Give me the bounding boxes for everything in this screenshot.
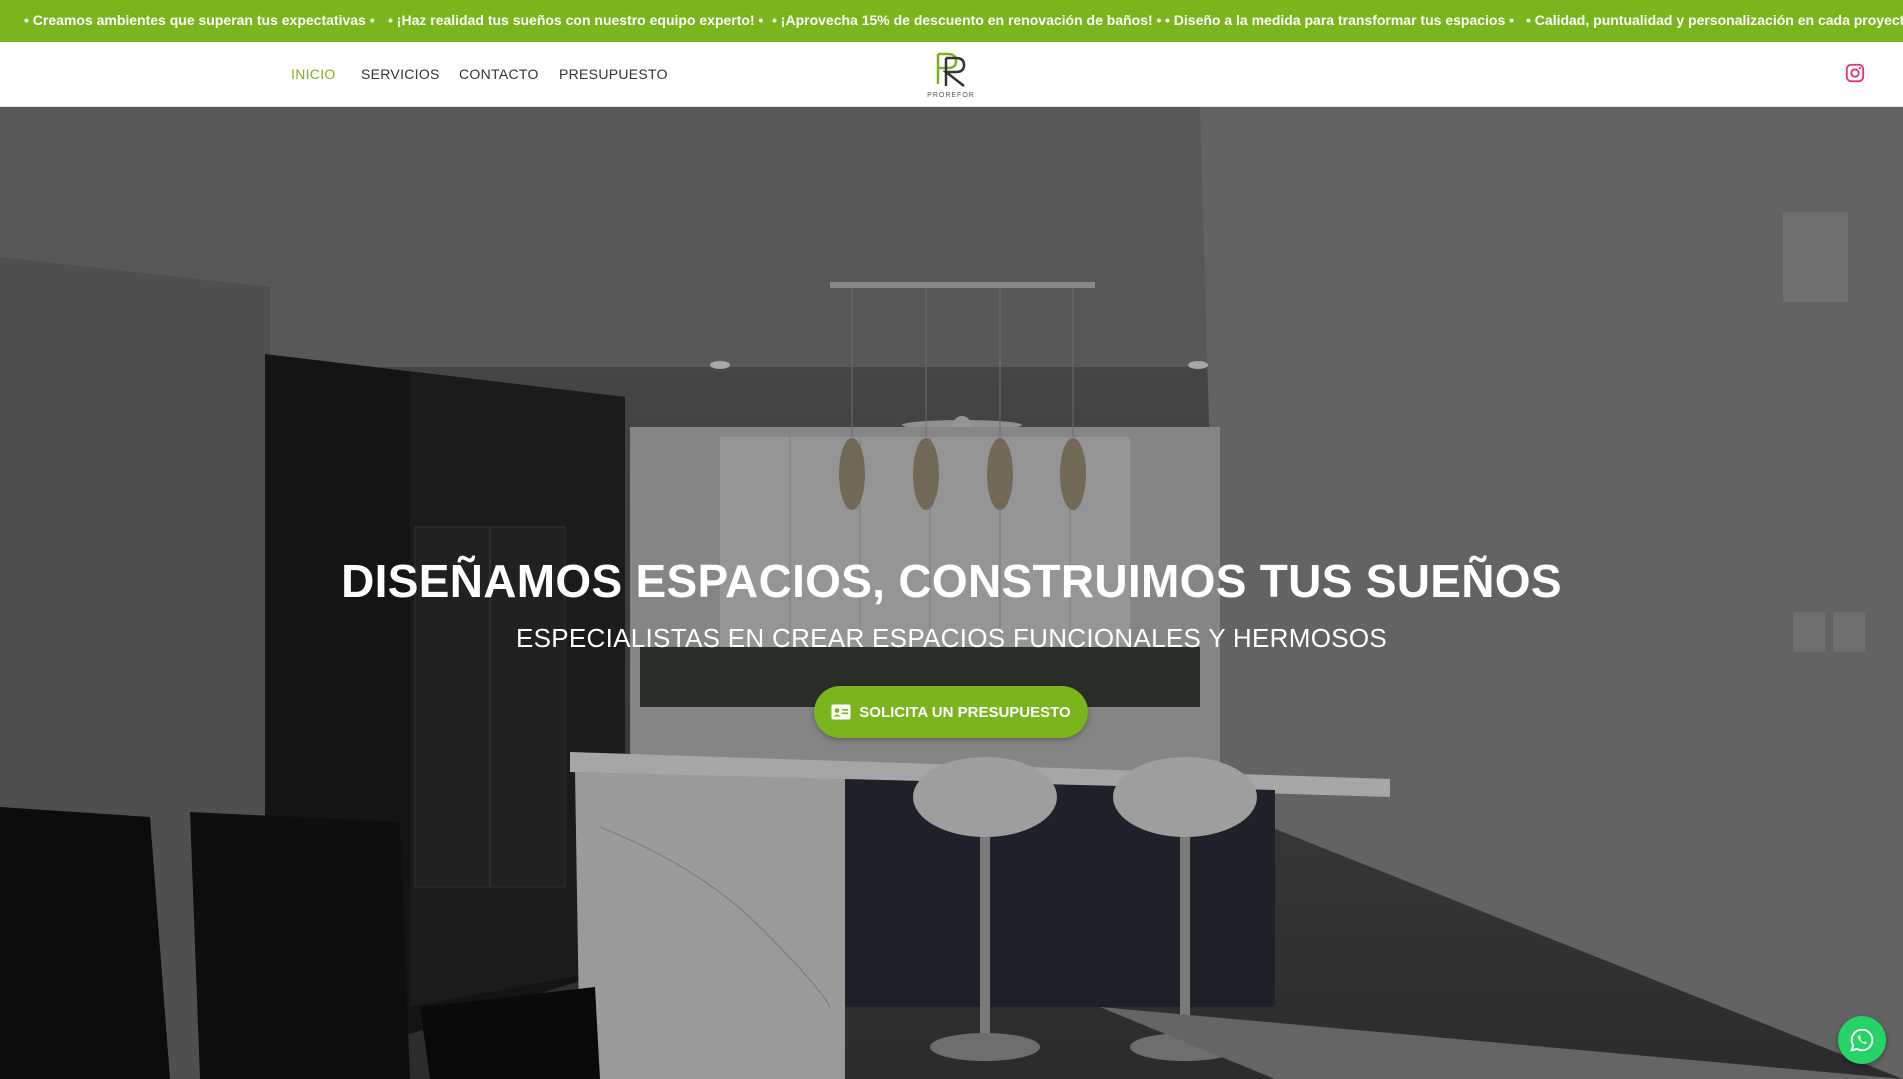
ticker-item: • ¡Aprovecha 15% de descuento en renovac… [772, 12, 1162, 28]
ticker-item: • Diseño a la medida para transformar tu… [1165, 12, 1515, 28]
ticker-item: • Creamos ambientes que superan tus expe… [24, 12, 375, 28]
whatsapp-icon [1850, 1028, 1874, 1052]
request-quote-label: SOLICITA UN PRESUPUESTO [859, 703, 1071, 721]
announcement-ticker: • Creamos ambientes que superan tus expe… [0, 0, 1903, 42]
main-navbar: INICIO SERVICIOS CONTACTO PRESUPUESTO PR… [0, 42, 1903, 107]
nav-link-inicio[interactable]: INICIO [291, 66, 336, 82]
hero-subtitle: ESPECIALISTAS EN CREAR ESPACIOS FUNCIONA… [515, 623, 1388, 653]
logo-mark-icon [936, 52, 966, 87]
hero-section: DISEÑAMOS ESPACIOS, CONSTRUIMOS TUS SUEÑ… [0, 107, 1903, 1079]
logo-wordmark: PROREFOR [927, 92, 975, 99]
hero-title: DISEÑAMOS ESPACIOS, CONSTRUIMOS TUS SUEÑ… [341, 555, 1562, 607]
ticker-item: • Calidad, puntualidad y personalización… [1526, 12, 1903, 28]
request-quote-button[interactable]: SOLICITA UN PRESUPUESTO [814, 686, 1088, 738]
nav-link-presupuesto[interactable]: PRESUPUESTO [559, 66, 668, 82]
ticker-item: • ¡Haz realidad tus sueños con nuestro e… [388, 12, 764, 28]
nav-link-contacto[interactable]: CONTACTO [459, 66, 539, 82]
id-card-icon [831, 704, 851, 720]
brand-logo[interactable]: PROREFOR [926, 50, 976, 100]
instagram-icon[interactable] [1844, 62, 1866, 84]
nav-link-servicios[interactable]: SERVICIOS [361, 66, 440, 82]
whatsapp-chat-button[interactable] [1838, 1016, 1886, 1064]
